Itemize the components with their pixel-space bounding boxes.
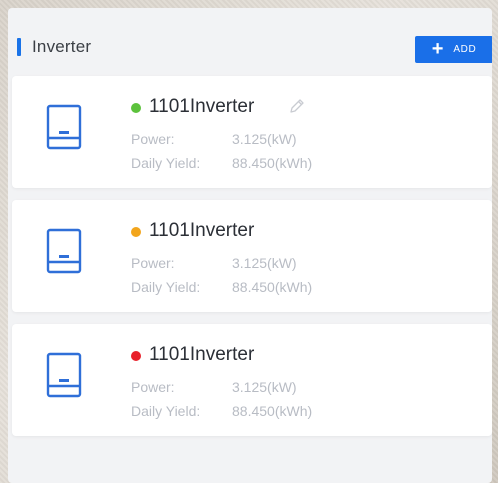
inverter-panel: Inverter + ADD 1101Inverter Power: 3.125…	[8, 8, 492, 483]
add-button[interactable]: + ADD	[415, 36, 492, 63]
add-button-label: ADD	[453, 44, 477, 55]
inverter-card[interactable]: 1101Inverter Power: 3.125(kW) Daily Yiel…	[12, 324, 492, 436]
status-dot	[131, 227, 141, 237]
power-label: Power:	[131, 255, 175, 271]
daily-yield-value: 88.450(kWh)	[232, 403, 313, 419]
section-header: Inverter + ADD	[8, 8, 492, 74]
daily-yield-value: 88.450(kWh)	[232, 155, 313, 171]
inverter-icon	[46, 104, 82, 150]
daily-yield-value: 88.450(kWh)	[232, 279, 313, 295]
status-dot	[131, 103, 141, 113]
inverter-name: 1101Inverter	[149, 344, 255, 365]
power-label: Power:	[131, 379, 175, 395]
power-value: 3.125(kW)	[232, 255, 297, 271]
plus-icon: +	[431, 37, 444, 60]
inverter-card[interactable]: 1101Inverter Power: 3.125(kW) Daily Yiel…	[12, 200, 492, 312]
status-dot	[131, 351, 141, 361]
daily-yield-label: Daily Yield:	[131, 403, 201, 419]
section-accent-bar	[17, 38, 21, 56]
inverter-name: 1101Inverter	[149, 96, 255, 117]
inverter-card[interactable]: 1101Inverter Power: 3.125(kW) Daily Yiel…	[12, 76, 492, 188]
power-value: 3.125(kW)	[232, 379, 297, 395]
power-label: Power:	[131, 131, 175, 147]
inverter-icon	[46, 228, 82, 274]
power-value: 3.125(kW)	[232, 131, 297, 147]
edit-icon[interactable]	[288, 97, 306, 115]
daily-yield-label: Daily Yield:	[131, 279, 201, 295]
daily-yield-label: Daily Yield:	[131, 155, 201, 171]
inverter-name: 1101Inverter	[149, 220, 255, 241]
inverter-icon	[46, 352, 82, 398]
section-title: Inverter	[32, 37, 92, 56]
